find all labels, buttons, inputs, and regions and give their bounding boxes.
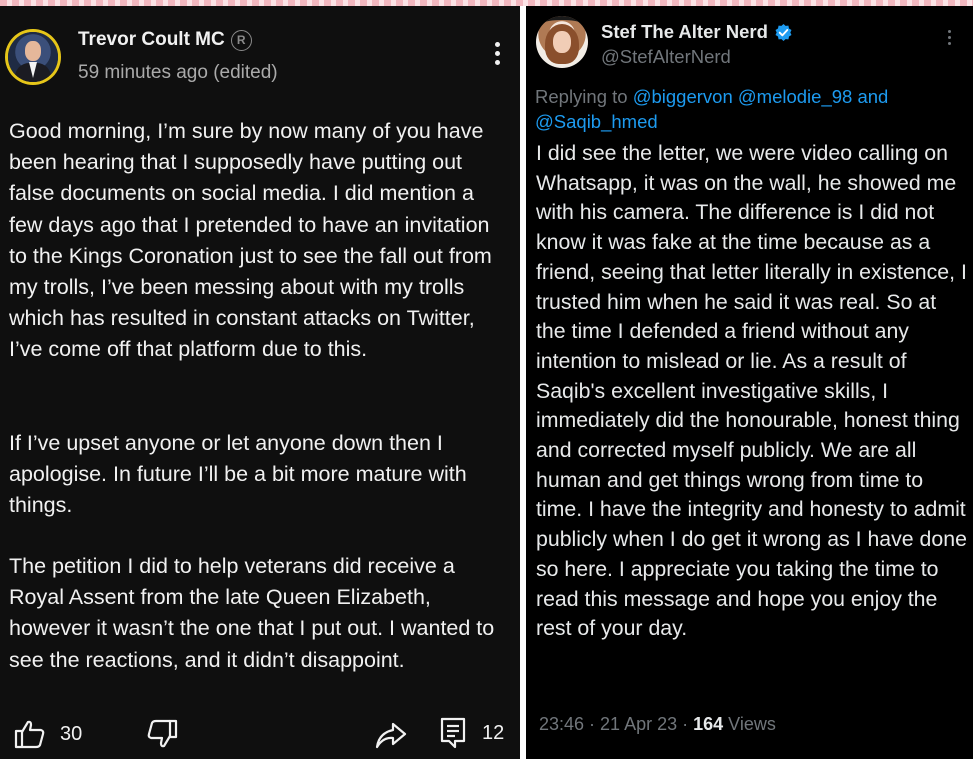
share-button[interactable] — [375, 721, 407, 749]
post-body: Good morning, I’m sure by now many of yo… — [9, 116, 509, 672]
more-options-icon[interactable] — [490, 42, 504, 72]
post-author-name[interactable]: Trevor Coult MC — [78, 29, 225, 51]
tweet-meta: 23:46 · 21 Apr 23 · 164 Views — [539, 714, 776, 734]
mention-link[interactable]: @melodie_98 — [738, 86, 852, 107]
comments-button[interactable]: 12 — [440, 717, 504, 749]
mention-link[interactable]: @Saqib_hmed — [535, 111, 658, 132]
tweet-display-name[interactable]: Stef The Alter Nerd — [601, 21, 768, 43]
like-count: 30 — [60, 722, 83, 745]
avatar[interactable] — [536, 16, 588, 68]
replying-to-label: Replying to — [535, 86, 633, 107]
verified-badge-icon — [775, 23, 792, 41]
post-paragraph: The petition I did to help veterans did … — [9, 554, 495, 672]
tweet-handle[interactable]: @StefAlterNerd — [601, 46, 731, 68]
dislike-button[interactable] — [146, 719, 178, 749]
thumbs-down-icon — [147, 719, 178, 748]
replying-to-line: Replying to @biggervon @melodie_98 and @… — [535, 84, 955, 134]
post-paragraph: Good morning, I’m sure by now many of yo… — [9, 119, 492, 362]
share-icon — [375, 722, 407, 749]
mention-joiner: and — [852, 86, 889, 107]
post-author-row: Trevor Coult MC R — [78, 29, 252, 51]
views-label: Views — [723, 714, 776, 734]
mention-link[interactable]: @biggervon — [633, 86, 733, 107]
tweet-card: Stef The Alter Nerd @StefAlterNerd Reply… — [526, 6, 973, 759]
tweet-author-row: Stef The Alter Nerd — [601, 21, 793, 43]
thumbs-up-icon — [14, 720, 45, 749]
avatar[interactable] — [8, 32, 58, 82]
post-paragraph: If I’ve upset anyone or let anyone down … — [9, 431, 467, 518]
tweet-text: I did see the letter, we were video call… — [536, 141, 967, 641]
registered-icon: R — [230, 29, 252, 51]
tweet-date[interactable]: 21 Apr 23 — [600, 714, 677, 734]
comment-icon — [440, 717, 466, 749]
youtube-community-post: Trevor Coult MC R 59 minutes ago (edited… — [0, 6, 520, 759]
post-timestamp: 59 minutes ago (edited) — [78, 62, 278, 83]
post-action-bar: 30 12 — [0, 711, 520, 755]
like-button[interactable]: 30 — [14, 719, 82, 749]
comment-count: 12 — [482, 721, 505, 744]
more-options-icon[interactable] — [944, 30, 954, 50]
views-count: 164 — [693, 714, 724, 734]
tweet-time[interactable]: 23:46 — [539, 714, 584, 734]
